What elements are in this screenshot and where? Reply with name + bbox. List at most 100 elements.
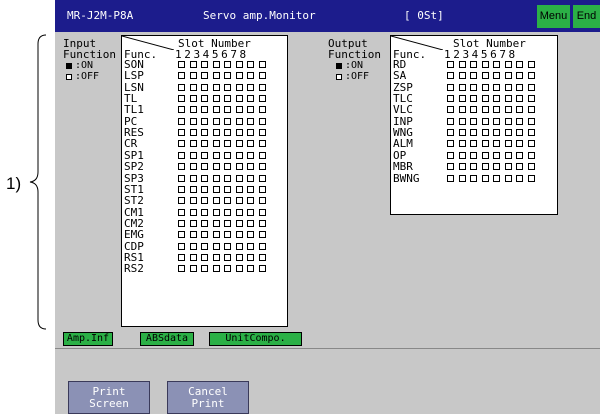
slot-status-box — [516, 106, 523, 114]
function-name: RS1 — [124, 250, 144, 264]
slot-status-box — [178, 185, 185, 193]
slot-status-box — [447, 83, 454, 91]
slot-status-box — [189, 117, 197, 125]
slot-status-box — [235, 140, 243, 148]
slot-status-box — [235, 151, 243, 159]
amp-inf-button[interactable]: Amp.Inf — [63, 332, 113, 346]
slot-status-boxes — [178, 253, 270, 261]
function-name: SP3 — [124, 171, 144, 185]
slot-status-box — [224, 83, 231, 91]
slot-status-box — [247, 83, 254, 91]
slot-status-boxes — [178, 219, 270, 227]
slot-status-box — [258, 219, 266, 227]
print-screen-button[interactable]: Print Screen — [68, 381, 150, 414]
slot-status-box — [212, 151, 220, 159]
function-name: TL1 — [124, 103, 144, 117]
slot-status-box — [189, 140, 197, 148]
table-row: LSP — [122, 70, 287, 81]
slot-status-boxes — [178, 95, 270, 103]
slot-status-box — [212, 174, 220, 182]
slot-status-box — [504, 95, 512, 103]
slot-status-box — [447, 174, 454, 182]
slot-status-box — [504, 140, 512, 148]
slot-status-box — [247, 129, 254, 137]
slot-status-boxes — [447, 117, 539, 125]
slot-status-box — [201, 83, 208, 91]
slot-status-box — [258, 140, 266, 148]
unitcompo-button[interactable]: UnitCompo. — [209, 332, 302, 346]
slot-status-box — [247, 106, 254, 114]
slot-status-box — [504, 72, 512, 80]
table-row: ST1 — [122, 184, 287, 195]
slot-status-box — [493, 129, 500, 137]
slot-status-box — [189, 151, 197, 159]
slot-status-box — [189, 106, 197, 114]
function-name: CM2 — [124, 216, 144, 230]
slot-status-box — [178, 106, 185, 114]
function-name: CM1 — [124, 205, 144, 219]
slot-status-box — [458, 72, 466, 80]
table-row: RES — [122, 127, 287, 138]
function-name: INP — [393, 114, 413, 128]
table-row: CDP — [122, 241, 287, 252]
slot-status-box — [189, 185, 197, 193]
slot-status-box — [235, 253, 243, 261]
input-legend-off-text: :OFF — [75, 71, 100, 82]
absdata-button[interactable]: ABSdata — [140, 332, 194, 346]
slot-status-boxes — [447, 61, 539, 68]
slot-status-box — [224, 242, 231, 250]
off-square-icon — [336, 73, 342, 80]
slot-status-box — [527, 83, 535, 91]
table-row: RS1 — [122, 252, 287, 263]
function-name: VLC — [393, 103, 413, 117]
slot-status-box — [212, 106, 220, 114]
slot-status-boxes — [178, 151, 270, 159]
slot-status-box — [178, 151, 185, 159]
slot-status-box — [189, 163, 197, 171]
table-row: TL1 — [122, 104, 287, 115]
slot-status-box — [493, 151, 500, 159]
menu-button[interactable]: Menu — [537, 5, 570, 28]
slot-status-box — [212, 163, 220, 171]
table-row: INP — [391, 116, 557, 127]
table-row: ALM — [391, 138, 557, 149]
slot-status-box — [224, 61, 231, 68]
on-square-icon — [336, 62, 342, 69]
slot-status-box — [201, 253, 208, 261]
slot-status-box — [447, 151, 454, 159]
table-row: CM1 — [122, 207, 287, 218]
slot-status-box — [247, 242, 254, 250]
slot-status-box — [458, 151, 466, 159]
cancel-print-button[interactable]: Cancel Print — [167, 381, 249, 414]
slot-status-box — [224, 174, 231, 182]
slot-status-box — [493, 95, 500, 103]
function-name: EMG — [124, 228, 144, 242]
end-button[interactable]: End — [573, 5, 600, 28]
input-function-table: Slot Number Func. 12345678 SON LSP LSN TL TL… — [121, 35, 288, 327]
slot-status-box — [201, 219, 208, 227]
slot-status-box — [247, 61, 254, 68]
slot-status-box — [224, 265, 231, 273]
slot-status-box — [235, 265, 243, 273]
function-name: ALM — [393, 137, 413, 151]
table-row: VLC — [391, 104, 557, 115]
slot-status-boxes — [178, 208, 270, 216]
slot-status-box — [481, 106, 489, 114]
slot-status-box — [201, 208, 208, 216]
slot-status-box — [504, 117, 512, 125]
slot-status-box — [178, 83, 185, 91]
slot-status-box — [235, 95, 243, 103]
slot-status-box — [201, 231, 208, 239]
slot-status-box — [235, 83, 243, 91]
slot-status-box — [458, 83, 466, 91]
slot-status-boxes — [178, 242, 270, 250]
slot-status-box — [201, 163, 208, 171]
slot-status-box — [258, 242, 266, 250]
slot-status-box — [481, 129, 489, 137]
slot-status-box — [201, 185, 208, 193]
slot-status-box — [212, 129, 220, 137]
slot-status-box — [470, 61, 477, 68]
slot-status-box — [481, 117, 489, 125]
function-name: SP2 — [124, 160, 144, 174]
slot-status-box — [470, 163, 477, 171]
